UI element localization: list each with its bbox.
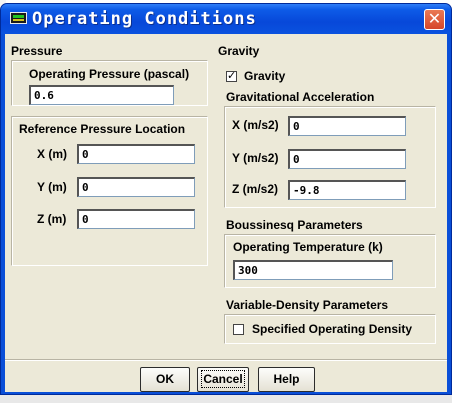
title-bar[interactable]: Operating Conditions ✕ (1, 4, 451, 34)
gravity-checkbox[interactable]: ✓ (226, 69, 237, 82)
ref-z-label: Z (m) (37, 212, 67, 226)
ok-button-label: OK (156, 372, 174, 386)
cancel-button[interactable]: Cancel (197, 367, 249, 392)
operating-pressure-label: Operating Pressure (pascal) (29, 67, 190, 81)
gravity-y-label: Y (m/s2) (232, 151, 279, 165)
close-icon: ✕ (427, 9, 442, 28)
gravity-group-label: Gravity (218, 44, 260, 58)
close-button[interactable]: ✕ (424, 9, 445, 30)
ref-y-input[interactable]: 0 (77, 177, 195, 197)
operating-temperature-input[interactable]: 300 (233, 260, 393, 280)
check-icon: ✓ (227, 69, 237, 82)
help-button[interactable]: Help (258, 367, 315, 392)
operating-conditions-dialog: Operating Conditions ✕ Pressure Operatin… (0, 3, 452, 395)
app-icon (10, 12, 27, 24)
gravity-z-label: Z (m/s2) (232, 182, 279, 196)
ref-x-label: X (m) (37, 147, 67, 161)
operating-temperature-label: Operating Temperature (k) (233, 240, 383, 254)
gravity-x-input[interactable]: 0 (288, 116, 406, 136)
gravity-y-input[interactable]: 0 (288, 149, 406, 169)
dialog-body: Pressure Operating Pressure (pascal) 0.6… (5, 34, 447, 392)
button-divider (5, 359, 447, 361)
gravity-z-input[interactable]: -9.8 (288, 180, 406, 200)
help-button-label: Help (273, 372, 300, 386)
operating-pressure-input[interactable]: 0.6 (29, 85, 174, 105)
specified-density-checkbox[interactable] (233, 324, 244, 335)
boussinesq-label: Boussinesq Parameters (226, 218, 363, 232)
specified-density-label: Specified Operating Density (252, 322, 413, 336)
gravity-x-label: X (m/s2) (232, 118, 279, 132)
reference-pressure-label: Reference Pressure Location (19, 122, 186, 136)
variable-density-label: Variable-Density Parameters (226, 298, 389, 312)
ref-y-label: Y (m) (37, 180, 67, 194)
pressure-group-label: Pressure (11, 44, 63, 58)
cancel-button-label: Cancel (201, 370, 245, 388)
ref-x-input[interactable]: 0 (77, 144, 195, 164)
ok-button[interactable]: OK (140, 367, 190, 392)
gravity-checkbox-label: Gravity (244, 69, 286, 83)
gravitational-acceleration-label: Gravitational Acceleration (226, 90, 375, 104)
window-title: Operating Conditions (32, 9, 257, 29)
ref-z-input[interactable]: 0 (77, 209, 195, 229)
